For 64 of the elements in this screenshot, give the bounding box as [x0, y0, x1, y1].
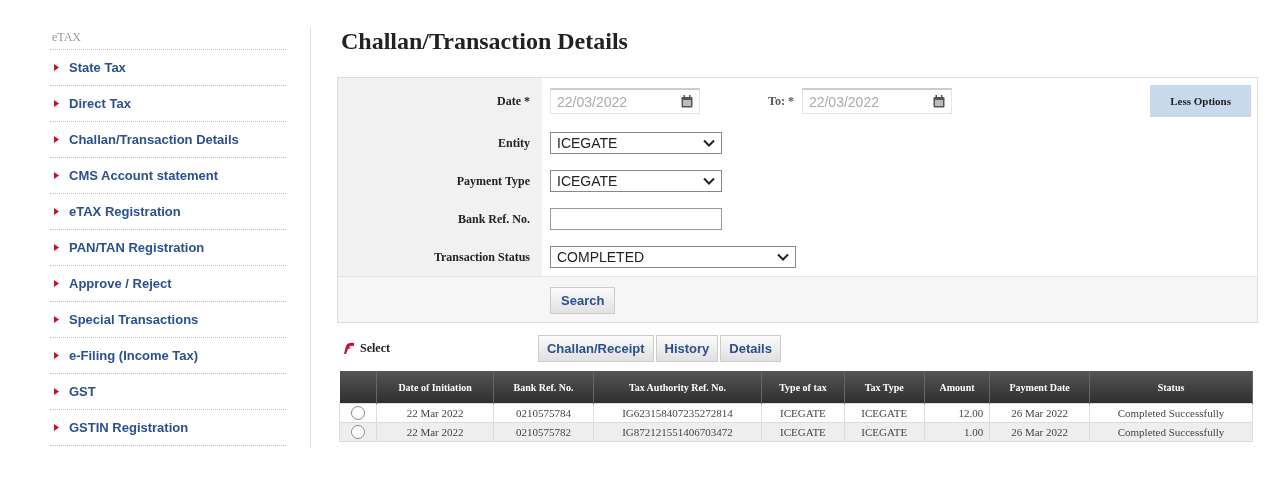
sidebar-link[interactable]: Challan/Transaction Details: [69, 132, 239, 147]
table-cell: ICEGATE: [844, 403, 925, 423]
column-header: Amount: [924, 371, 990, 404]
caret-icon: [703, 139, 715, 147]
search-button[interactable]: Search: [550, 287, 616, 314]
column-header: Type of tax: [761, 371, 845, 404]
column-header: Status: [1089, 371, 1253, 404]
column-header: Tax Type: [844, 371, 925, 404]
radio-button[interactable]: [350, 406, 365, 421]
sidebar-link[interactable]: GSTIN Registration: [69, 420, 189, 435]
field-label: Payment Type: [456, 173, 530, 189]
input-field[interactable]: [550, 208, 722, 230]
dropdown[interactable]: COMPLETED: [550, 246, 796, 268]
action-tab[interactable]: Challan/Receipt: [538, 334, 654, 362]
sidebar-link[interactable]: e-Filing (Income Tax): [69, 348, 199, 363]
bullet-icon: [54, 100, 59, 107]
column-header: Payment Date: [989, 371, 1090, 404]
sidebar-link[interactable]: Approve / Reject: [69, 276, 172, 291]
sidebar-link[interactable]: Special Transactions: [69, 312, 199, 327]
bullet-icon: [54, 388, 59, 395]
bullet-icon: [54, 424, 59, 431]
table-cell: 12.00: [924, 403, 990, 423]
dropdown[interactable]: ICEGATE: [550, 132, 722, 154]
caret-icon: [777, 253, 789, 261]
column-header: Bank Ref. No.: [493, 371, 594, 404]
field-label: Date *: [497, 93, 530, 109]
bullet-icon: [54, 64, 59, 71]
bullet-icon: [54, 136, 59, 143]
bullet-icon: [54, 208, 59, 215]
sidebar-link[interactable]: GST: [69, 384, 96, 399]
action-tab[interactable]: History: [655, 334, 719, 362]
table-cell: 0210575784: [493, 403, 594, 423]
less-options-button[interactable]: Less Options: [1150, 85, 1251, 117]
bullet-icon: [54, 316, 59, 323]
table-cell: IG623158407235272814: [593, 403, 762, 423]
bullet-icon: [54, 244, 59, 251]
calendar-icon[interactable]: [932, 95, 945, 108]
table-cell: 26 Mar 2022: [989, 403, 1090, 423]
select-label: Select: [360, 340, 390, 356]
bullet-icon: [54, 172, 59, 179]
column-header: Date of Initiation: [376, 371, 494, 404]
field-label: Entity: [498, 135, 530, 151]
field-label: Transaction Status: [433, 249, 530, 265]
table-cell: Completed Successfully: [1089, 403, 1253, 423]
table-cell: 22 Mar 2022: [376, 403, 494, 423]
bullet-icon: [54, 352, 59, 359]
table-cell: ICEGATE: [761, 403, 845, 423]
sidebar-link[interactable]: eTAX Registration: [69, 204, 181, 219]
page-title: Challan/Transaction Details: [341, 28, 629, 55]
radio-button[interactable]: [350, 425, 365, 440]
sidebar-link[interactable]: PAN/TAN Registration: [69, 240, 205, 255]
sidebar-link[interactable]: Direct Tax: [69, 96, 131, 111]
bullet-icon: [54, 280, 59, 287]
calendar-icon[interactable]: [681, 95, 693, 108]
caret-icon: [703, 177, 715, 185]
sidebar-link[interactable]: CMS Account statement: [69, 168, 219, 183]
action-tab[interactable]: Details: [720, 334, 781, 362]
hand-pointer-icon: [343, 342, 355, 354]
sidebar-link[interactable]: State Tax: [69, 60, 126, 75]
column-header: Tax Authority Ref. No.: [593, 371, 762, 404]
field-label: To: *: [768, 93, 794, 109]
field-label: Bank Ref. No.: [458, 211, 530, 227]
sidebar-heading: eTAX: [50, 28, 286, 50]
dropdown[interactable]: ICEGATE: [550, 170, 722, 192]
